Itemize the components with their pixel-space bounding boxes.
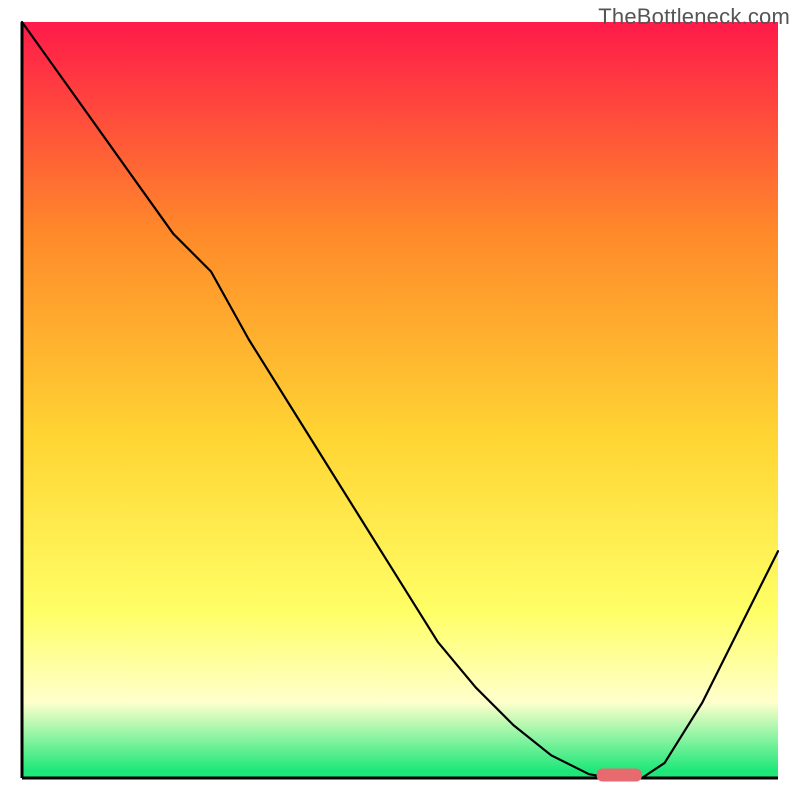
bottleneck-chart: TheBottleneck.com <box>0 0 800 800</box>
optimal-marker <box>597 769 642 782</box>
chart-svg <box>0 0 800 800</box>
watermark-text: TheBottleneck.com <box>598 4 790 30</box>
plot-gradient-background <box>22 22 778 778</box>
